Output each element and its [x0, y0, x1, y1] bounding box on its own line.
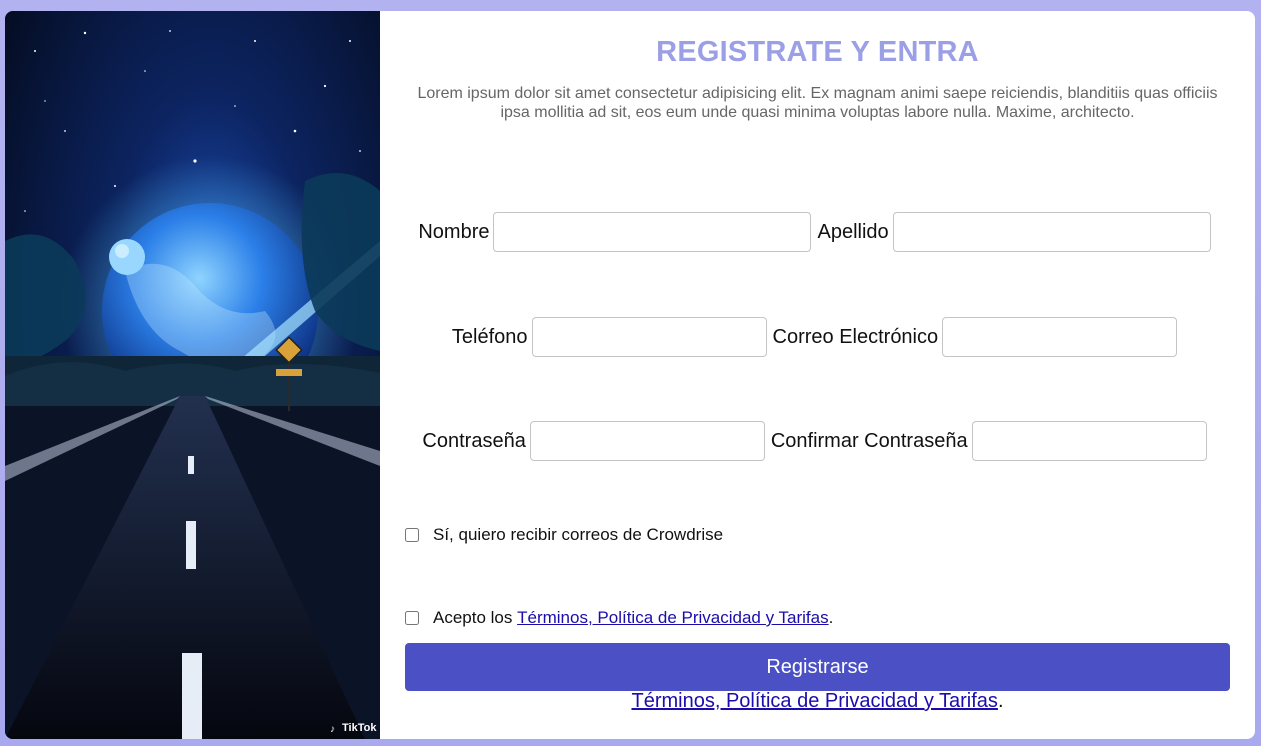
newsletter-option: Sí, quiero recibir correos de Crowdrise [405, 525, 723, 545]
apellido-label: Apellido [817, 220, 889, 243]
contrasena-label: Contraseña [422, 429, 526, 452]
footer-terms-suffix: . [997, 690, 1004, 712]
svg-text:♪: ♪ [330, 724, 335, 735]
night-road-planet-image: ♪ TikTok [5, 11, 380, 739]
register-card: ♪ TikTok REGISTRATE Y ENTRA Lorem ipsum … [5, 11, 1255, 739]
password-row: Contraseña Confirmar Contraseña [380, 421, 1255, 461]
telefono-label: Teléfono [451, 325, 528, 348]
terms-option: Acepto los Términos, Política de Privaci… [405, 608, 833, 628]
terms-checkbox[interactable] [405, 611, 419, 625]
newsletter-label: Sí, quiero recibir correos de Crowdrise [433, 525, 724, 544]
apellido-input[interactable] [892, 212, 1211, 252]
hero-image: ♪ TikTok [5, 11, 380, 739]
nombre-label: Nombre [418, 220, 490, 243]
terms-link[interactable]: Términos, Política de Privacidad y Tarif… [517, 608, 828, 628]
register-form: REGISTRATE Y ENTRA Lorem ipsum dolor sit… [380, 11, 1255, 739]
contact-row: Teléfono Correo Electrónico [380, 317, 1255, 357]
correo-input[interactable] [942, 317, 1178, 357]
confirmar-input[interactable] [971, 421, 1207, 461]
confirmar-label: Confirmar Contraseña [770, 429, 968, 452]
footer-terms-link[interactable]: Términos, Política de Privacidad y Tarif… [631, 690, 997, 712]
page-title: REGISTRATE Y ENTRA [656, 36, 979, 68]
correo-label: Correo Electrónico [772, 325, 939, 348]
intro-text: Lorem ipsum dolor sit amet consectetur a… [417, 85, 1218, 121]
terms-suffix: . [828, 608, 834, 627]
contrasena-input[interactable] [529, 421, 765, 461]
newsletter-checkbox[interactable] [405, 528, 419, 542]
terms-prefix: Acepto los [433, 608, 518, 627]
name-row: Nombre Apellido [380, 212, 1255, 252]
tiktok-label: TikTok [342, 722, 377, 734]
footer-terms: Términos, Política de Privacidad y Tarif… [380, 690, 1255, 713]
register-button[interactable]: Registrarse [405, 643, 1230, 691]
telefono-input[interactable] [531, 317, 767, 357]
nombre-input[interactable] [493, 212, 812, 252]
